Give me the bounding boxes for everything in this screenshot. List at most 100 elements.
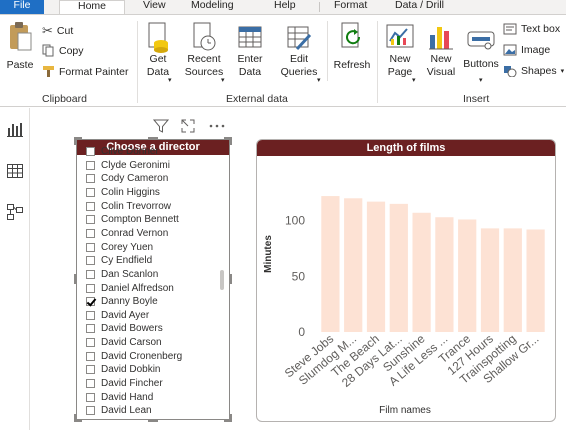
- paste-icon: [10, 22, 32, 51]
- director-slicer[interactable]: Choose a director Clive Donner Clyde Gero…: [76, 139, 230, 420]
- slicer-item[interactable]: David Fincher: [86, 377, 163, 390]
- slicer-item[interactable]: David Cronenberg: [86, 350, 182, 363]
- checkbox[interactable]: [86, 256, 95, 266]
- filter-icon[interactable]: [152, 118, 170, 134]
- tab-modeling[interactable]: Modeling: [185, 0, 240, 14]
- data-view-icon[interactable]: [6, 162, 24, 180]
- checkbox[interactable]: [86, 351, 95, 361]
- refresh-button[interactable]: Refresh: [332, 21, 372, 72]
- chevron-down-icon[interactable]: ▾: [479, 76, 483, 84]
- chevron-down-icon[interactable]: ▾: [221, 76, 225, 84]
- edit-queries-button[interactable]: Edit Queries: [278, 21, 320, 79]
- image-button[interactable]: Image: [503, 44, 550, 56]
- checkbox[interactable]: [86, 310, 95, 320]
- chevron-down-icon[interactable]: ▾: [561, 67, 565, 75]
- checkbox[interactable]: [86, 215, 95, 225]
- model-view-icon[interactable]: [6, 203, 24, 221]
- slicer-item[interactable]: David Dobkin: [86, 363, 160, 376]
- report-view-icon[interactable]: [6, 120, 24, 138]
- buttons-button[interactable]: Buttons: [463, 29, 499, 71]
- text-box-button[interactable]: Text box: [503, 23, 560, 35]
- ribbon-tabs: File Home View Modeling Help Format Data…: [0, 0, 566, 15]
- checkbox[interactable]: [86, 338, 95, 348]
- resize-handle[interactable]: [148, 419, 158, 422]
- slicer-item-label: Corey Yuen: [101, 241, 154, 253]
- ribbon: Paste ✂ Cut Copy Format Painter Clipboar…: [0, 14, 566, 107]
- resize-handle[interactable]: [74, 274, 77, 284]
- new-visual-button[interactable]: New Visual: [424, 21, 458, 79]
- slicer-item[interactable]: Colin Higgins: [86, 186, 160, 199]
- checkbox[interactable]: [86, 242, 95, 252]
- slicer-item[interactable]: David Hand: [86, 391, 153, 404]
- enter-data-label: Enter: [237, 53, 263, 65]
- tab-data-drill[interactable]: Data / Drill: [389, 0, 450, 14]
- recent-sources-label-2: Sources: [184, 66, 224, 78]
- slicer-item[interactable]: David Ayer: [86, 309, 149, 322]
- copy-button[interactable]: Copy: [42, 44, 84, 57]
- new-page-label: New: [389, 53, 411, 65]
- slicer-item[interactable]: Colin Trevorrow: [86, 200, 171, 213]
- tab-help[interactable]: Help: [268, 0, 302, 14]
- slicer-item-label: David Fincher: [101, 378, 163, 390]
- cut-button[interactable]: ✂ Cut: [42, 23, 73, 39]
- enter-data-button[interactable]: Enter Data: [234, 21, 266, 79]
- recent-sources-button[interactable]: Recent Sources: [183, 21, 225, 79]
- slicer-item-label: Daniel Alfredson: [101, 282, 174, 294]
- y-tick-label: 100: [285, 214, 305, 228]
- checkbox[interactable]: [86, 283, 95, 293]
- paste-button[interactable]: Paste: [4, 21, 36, 72]
- slicer-item[interactable]: Corey Yuen: [86, 241, 153, 254]
- checkbox[interactable]: [86, 324, 95, 334]
- slicer-item[interactable]: Compton Bennett: [86, 213, 179, 226]
- slicer-item[interactable]: Danny Boyle: [86, 295, 158, 308]
- checkbox[interactable]: [86, 201, 95, 211]
- checkbox[interactable]: [86, 406, 95, 416]
- tab-file[interactable]: File: [0, 0, 44, 14]
- bar: [435, 217, 454, 332]
- checkbox[interactable]: [86, 187, 95, 197]
- checkbox[interactable]: [86, 160, 95, 170]
- shapes-button[interactable]: Shapes ▾: [503, 65, 564, 77]
- slicer-scrollbar[interactable]: [220, 270, 224, 290]
- chevron-down-icon[interactable]: ▾: [168, 76, 172, 84]
- resize-handle[interactable]: [74, 414, 77, 422]
- slicer-item[interactable]: David Carson: [86, 336, 162, 349]
- tab-view[interactable]: View: [137, 0, 172, 14]
- checkbox[interactable]: [86, 379, 95, 389]
- slicer-item[interactable]: Cy Endfield: [86, 254, 152, 267]
- slicer-item[interactable]: Cody Cameron: [86, 172, 168, 185]
- checkbox[interactable]: [86, 228, 95, 238]
- edit-queries-label: Edit: [289, 53, 309, 65]
- slicer-item-label: Clyde Geronimi: [101, 159, 170, 171]
- focus-mode-icon[interactable]: [180, 118, 196, 134]
- resize-handle[interactable]: [148, 137, 158, 140]
- external-data-group-label: External data: [226, 93, 288, 105]
- checkbox[interactable]: [86, 297, 95, 307]
- checkbox[interactable]: [86, 147, 95, 156]
- slicer-item[interactable]: Clive Donner: [86, 145, 159, 158]
- checkbox[interactable]: [86, 174, 95, 184]
- checkbox[interactable]: [86, 269, 95, 279]
- film-length-chart[interactable]: Length of films 0 50 100 Minutes Steve Jobs S…: [256, 139, 556, 422]
- get-data-button[interactable]: Get Data: [143, 21, 173, 79]
- slicer-item[interactable]: David Lean: [86, 404, 152, 417]
- resize-handle[interactable]: [229, 274, 232, 284]
- slicer-item[interactable]: Conrad Vernon: [86, 227, 168, 240]
- format-painter-button[interactable]: Format Painter: [42, 65, 128, 78]
- resize-handle[interactable]: [229, 414, 232, 422]
- tab-format[interactable]: Format: [328, 0, 373, 14]
- slicer-item-label: Danny Boyle: [101, 296, 158, 308]
- chevron-down-icon[interactable]: ▾: [412, 76, 416, 84]
- new-page-button[interactable]: New Page: [383, 21, 417, 79]
- slicer-item[interactable]: David Bowers: [86, 322, 163, 335]
- resize-handle[interactable]: [74, 137, 77, 145]
- slicer-item[interactable]: Daniel Alfredson: [86, 282, 174, 295]
- chevron-down-icon[interactable]: ▾: [317, 76, 321, 84]
- checkbox[interactable]: [86, 365, 95, 375]
- more-options-icon[interactable]: [208, 118, 226, 134]
- tab-home[interactable]: Home: [59, 0, 125, 15]
- resize-handle[interactable]: [229, 137, 232, 145]
- slicer-item[interactable]: Dan Scanlon: [86, 268, 158, 281]
- slicer-item[interactable]: Clyde Geronimi: [86, 159, 170, 172]
- checkbox[interactable]: [86, 392, 95, 402]
